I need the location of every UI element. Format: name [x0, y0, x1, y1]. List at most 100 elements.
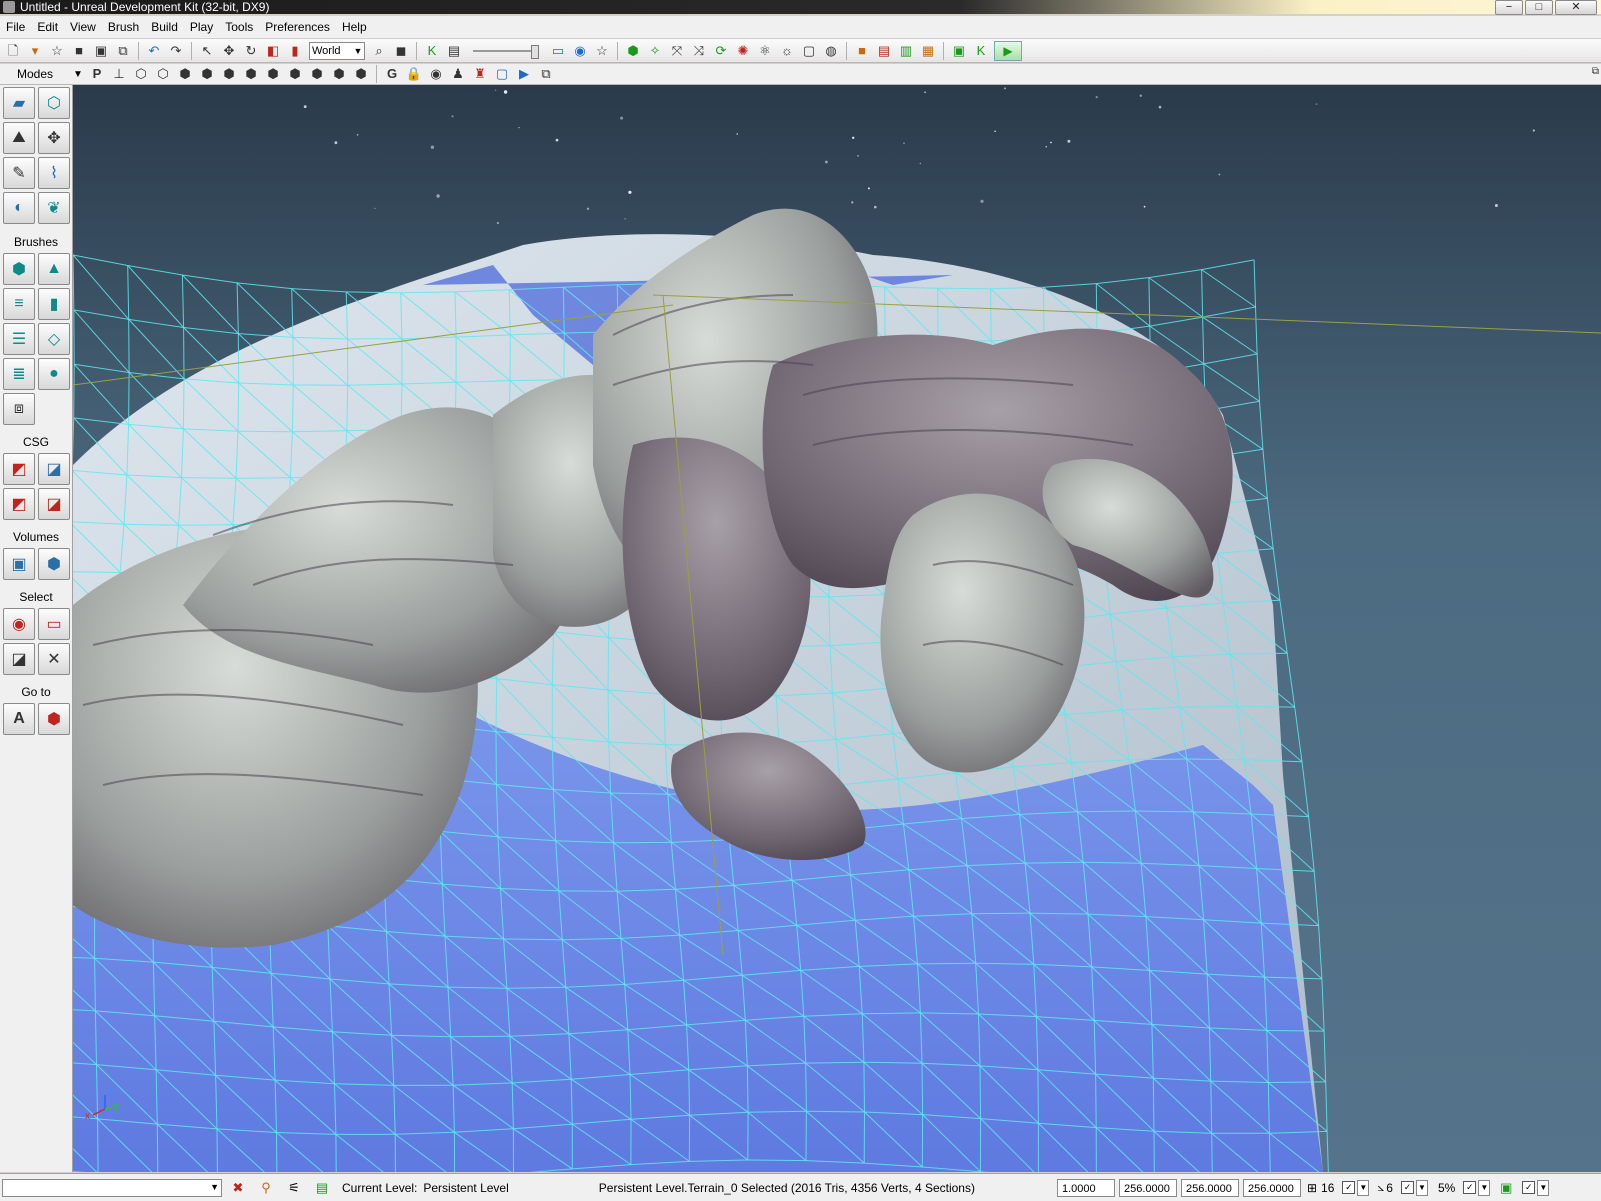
linear-stair-icon[interactable]: ☰ — [3, 323, 35, 355]
matinee-icon[interactable]: ▤ — [444, 41, 464, 61]
show-brush-icon[interactable]: ▭ — [548, 41, 568, 61]
csg-deintersect-icon[interactable]: ◪ — [38, 488, 70, 520]
drag-scale-field[interactable]: 1.0000 — [1057, 1179, 1115, 1197]
favorites-star-icon[interactable]: ☆ — [592, 41, 612, 61]
menu-brush[interactable]: Brush — [102, 16, 145, 38]
select-invert-icon[interactable]: ◪ — [3, 643, 35, 675]
show-selected-icon[interactable]: ◉ — [3, 608, 35, 640]
translate-icon[interactable]: ✥ — [219, 41, 239, 61]
game-view-icon[interactable]: G — [382, 64, 402, 84]
cube-brush-icon[interactable]: ⬢ — [3, 253, 35, 285]
csg-intersect-icon[interactable]: ◩ — [3, 488, 35, 520]
rotation-snap-checkbox[interactable]: ✓ — [1401, 1181, 1414, 1194]
close-button[interactable]: ✕ — [1555, 0, 1597, 15]
menu-tools[interactable]: Tools — [219, 16, 259, 38]
foliage-icon[interactable]: ❦ — [38, 192, 70, 224]
menu-file[interactable]: File — [0, 16, 31, 38]
grid-size-value[interactable]: 16 — [1321, 1181, 1334, 1195]
lighting-only-icon[interactable]: ⬢ — [241, 64, 261, 84]
level-icon[interactable]: ▤ — [310, 1178, 334, 1198]
camera-icon[interactable]: ◍ — [821, 41, 841, 61]
texture-density-icon[interactable]: ⬢ — [285, 64, 305, 84]
lighting-cache-icon[interactable]: ⬢ — [351, 64, 371, 84]
realtime-preview-icon[interactable]: ◉ — [570, 41, 590, 61]
light-bulb-icon[interactable]: ☼ — [777, 41, 797, 61]
coordinate-system-select[interactable]: World▼ — [309, 42, 365, 60]
real-time-icon[interactable]: ♜ — [470, 64, 490, 84]
texture-align-icon[interactable]: ✎ — [3, 157, 35, 189]
build-paths-icon[interactable]: ⤧ — [667, 41, 687, 61]
unlit-icon[interactable]: ⬢ — [175, 64, 195, 84]
screen-icon[interactable]: ▢ — [799, 41, 819, 61]
menu-build[interactable]: Build — [145, 16, 184, 38]
sheet-brush-icon[interactable]: ◇ — [38, 323, 70, 355]
landscape-icon[interactable]: ◐ — [3, 192, 35, 224]
csg-subtract-icon[interactable]: ◪ — [38, 453, 70, 485]
cylinder-brush-icon[interactable]: ▮ — [38, 288, 70, 320]
volumetric-brush-icon[interactable]: ⧈ — [3, 393, 35, 425]
save-icon[interactable]: ■ — [69, 41, 89, 61]
command-input[interactable]: ▼ — [2, 1179, 222, 1197]
undo-icon[interactable]: ↶ — [144, 41, 164, 61]
drag-grid-icon[interactable]: ⚲ — [254, 1178, 278, 1198]
lightmap-density-icon[interactable]: ⬢ — [329, 64, 349, 84]
play-on-console-icon[interactable]: ▣ — [949, 41, 969, 61]
grid-z-field[interactable]: 256.0000 — [1243, 1179, 1301, 1197]
shader-complexity-icon[interactable]: ⬢ — [307, 64, 327, 84]
maximize-viewport-icon[interactable]: ⧉ — [1592, 66, 1599, 77]
bug-icon[interactable]: ✖ — [226, 1178, 250, 1198]
new-file-icon[interactable]: 🗋 — [3, 41, 23, 61]
generic-browser-icon[interactable]: ▤ — [874, 41, 894, 61]
light-complexity-icon[interactable]: ⬢ — [263, 64, 283, 84]
perspective-icon[interactable]: P — [87, 64, 107, 84]
menu-edit[interactable]: Edit — [31, 16, 64, 38]
goto-actor-icon[interactable]: A — [3, 703, 35, 735]
save-as-icon[interactable]: ▣ — [91, 41, 111, 61]
goto-builder-brush-icon[interactable]: ⬢ — [38, 703, 70, 735]
scale-dropdown[interactable]: ▼ — [1478, 1180, 1490, 1196]
build-lighting-icon[interactable]: ✧ — [645, 41, 665, 61]
eye-icon[interactable]: ◉ — [426, 64, 446, 84]
scale-icon[interactable]: ◧ — [263, 41, 283, 61]
play-in-editor-button[interactable]: ▶ — [994, 41, 1022, 61]
rotation-snap-value[interactable]: 6 — [1386, 1181, 1393, 1195]
menu-play[interactable]: Play — [184, 16, 219, 38]
autosave-icon[interactable]: ▣ — [1494, 1178, 1518, 1198]
build-cover-icon[interactable]: ⤨ — [689, 41, 709, 61]
spiral-stair-icon[interactable]: ≣ — [3, 358, 35, 390]
grid-snap-checkbox[interactable]: ✓ — [1342, 1181, 1355, 1194]
stats-icon[interactable]: ▢ — [492, 64, 512, 84]
move-mode-icon[interactable]: ✥ — [38, 122, 70, 154]
csg-add-icon[interactable]: ◩ — [3, 453, 35, 485]
camera-mode-icon[interactable]: ▰ — [3, 87, 35, 119]
snap-icon[interactable]: ⚟ — [282, 1178, 306, 1198]
build-all-icon[interactable]: ⟳ — [711, 41, 731, 61]
kismet-play-icon[interactable]: K — [971, 41, 991, 61]
mesh-paint-icon[interactable]: ⌇ — [38, 157, 70, 189]
perspective-viewport[interactable]: x Z Y — [73, 85, 1601, 1172]
detail-lighting-icon[interactable]: ⬢ — [219, 64, 239, 84]
actor-properties-icon[interactable]: ◼ — [391, 41, 411, 61]
maximize-button[interactable]: □ — [1525, 0, 1553, 15]
menu-preferences[interactable]: Preferences — [259, 16, 336, 38]
rotate-icon[interactable]: ↻ — [241, 41, 261, 61]
content-browser-icon[interactable]: ■ — [852, 41, 872, 61]
open-folder-icon[interactable]: ▾ — [25, 41, 45, 61]
curved-stair-icon[interactable]: ≡ — [3, 288, 35, 320]
terrain-mode-icon[interactable]: ⛰ — [3, 122, 35, 154]
select-cursor-icon[interactable]: ↖ — [197, 41, 217, 61]
actor-icon[interactable]: ♟ — [448, 64, 468, 84]
add-volume-icon[interactable]: ▣ — [3, 548, 35, 580]
play-viewport-icon[interactable]: ▶ — [514, 64, 534, 84]
scene-render[interactable]: x Z Y — [73, 85, 1601, 1172]
save-all-icon[interactable]: ⧉ — [113, 41, 133, 61]
lock-icon[interactable]: 🔒 — [404, 64, 424, 84]
viewport-type-icon[interactable]: ⊥ — [109, 64, 129, 84]
scene-manager-icon[interactable]: ▦ — [918, 41, 938, 61]
autosave-dropdown[interactable]: ▼ — [1537, 1180, 1549, 1196]
floating-viewport-icon[interactable]: ⧉ — [536, 64, 556, 84]
search-binoculars-icon[interactable]: ⌕ — [369, 41, 389, 61]
level-browser-icon[interactable]: ▥ — [896, 41, 916, 61]
drag-grid-slider[interactable] — [473, 44, 539, 58]
scale-snap-checkbox[interactable]: ✓ — [1463, 1181, 1476, 1194]
